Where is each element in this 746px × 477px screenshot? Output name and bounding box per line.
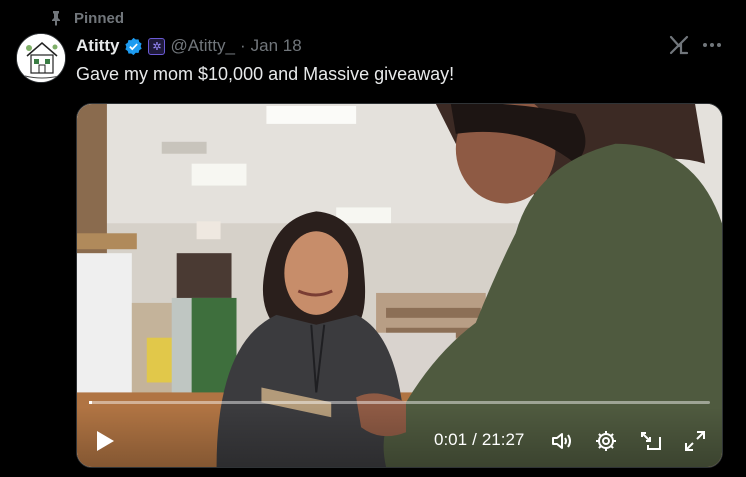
picture-in-picture-icon[interactable]	[639, 429, 663, 453]
affiliate-badge-icon[interactable]: ✲	[148, 37, 166, 55]
progress-fill	[89, 401, 93, 404]
pinned-label: Pinned	[74, 9, 125, 27]
volume-icon[interactable]	[550, 429, 574, 453]
pinned-indicator: Pinned	[48, 8, 124, 28]
avatar[interactable]	[16, 33, 66, 83]
duration: 21:27	[481, 430, 525, 449]
current-time: 0:01	[434, 430, 468, 449]
video-controls	[77, 407, 722, 467]
more-icon[interactable]	[700, 34, 724, 56]
separator-dot: ·	[239, 36, 246, 55]
settings-icon[interactable]	[594, 429, 618, 453]
time-separator: /	[472, 430, 477, 449]
video-time: 0:01 / 21:27	[434, 430, 524, 450]
play-icon[interactable]	[95, 430, 115, 452]
progress-bar[interactable]	[89, 401, 710, 404]
author-handle[interactable]: @Atitty_	[170, 36, 235, 56]
verified-badge-icon[interactable]	[124, 37, 143, 56]
grok-icon[interactable]	[668, 34, 690, 56]
fullscreen-icon[interactable]	[683, 429, 707, 453]
pin-icon	[52, 11, 60, 26]
author-name[interactable]: Atitty	[76, 36, 119, 56]
post-date[interactable]: Jan 18	[251, 36, 302, 56]
post-text: Gave my mom $10,000 and Massive giveaway…	[76, 64, 455, 84]
video-player[interactable]: 0:01 / 21:27	[76, 103, 723, 468]
post-header: Atitty ✲ @Atitty_ · Jan 18	[76, 34, 302, 58]
